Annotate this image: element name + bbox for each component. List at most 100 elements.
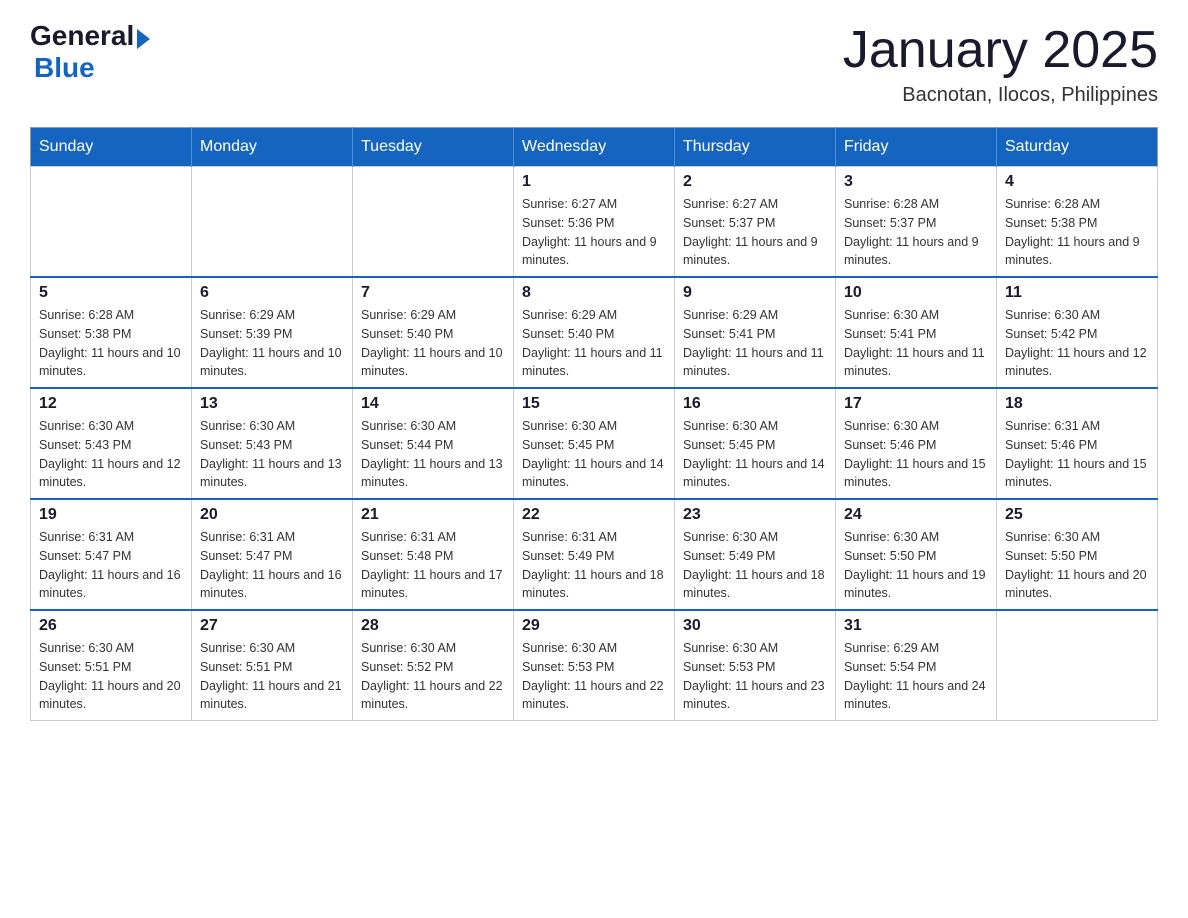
day-number: 31 (844, 617, 988, 635)
calendar-week-row: 19Sunrise: 6:31 AM Sunset: 5:47 PM Dayli… (31, 499, 1158, 610)
day-info: Sunrise: 6:30 AM Sunset: 5:43 PM Dayligh… (200, 417, 344, 492)
calendar-subtitle: Bacnotan, Ilocos, Philippines (843, 84, 1158, 107)
page-header: General Blue January 2025 Bacnotan, Iloc… (30, 20, 1158, 107)
day-number: 13 (200, 395, 344, 413)
calendar-week-row: 12 Sunrise: 6:30 AM Sunset: 5:43 PM Dayli… (31, 388, 1158, 499)
calendar-day-cell: 1Sunrise: 6:27 AM Sunset: 5:36 PM Daylig… (514, 167, 675, 278)
day-number: 27 (200, 617, 344, 635)
day-info: Sunrise: 6:31 AM Sunset: 5:47 PM Dayligh… (200, 528, 344, 603)
calendar-day-cell (997, 610, 1158, 721)
calendar-day-cell: 9 Sunrise: 6:29 AM Sunset: 5:41 PM Daylig… (675, 277, 836, 388)
day-info: Sunrise: 6:30 AM Sunset: 5:53 PM Dayligh… (522, 639, 666, 714)
calendar-day-cell: 6 Sunrise: 6:29 AM Sunset: 5:39 PM Daylig… (192, 277, 353, 388)
day-number: 8 (522, 284, 666, 302)
calendar-day-cell: 2 Sunrise: 6:27 AM Sunset: 5:37 PM Daylig… (675, 167, 836, 278)
calendar-day-cell: 10 Sunrise: 6:30 AM Sunset: 5:41 PM Dayli… (836, 277, 997, 388)
calendar-day-cell: 17Sunrise: 6:30 AM Sunset: 5:46 PM Dayli… (836, 388, 997, 499)
day-info: Sunrise: 6:30 AM Sunset: 5:46 PM Dayligh… (844, 417, 988, 492)
calendar-day-cell: 27Sunrise: 6:30 AM Sunset: 5:51 PM Dayli… (192, 610, 353, 721)
day-number: 28 (361, 617, 505, 635)
calendar-day-cell: 13 Sunrise: 6:30 AM Sunset: 5:43 PM Dayli… (192, 388, 353, 499)
logo-triangle-icon (137, 29, 150, 49)
day-number: 18 (1005, 395, 1149, 413)
column-header-thursday: Thursday (675, 128, 836, 167)
column-header-tuesday: Tuesday (353, 128, 514, 167)
day-info: Sunrise: 6:31 AM Sunset: 5:49 PM Dayligh… (522, 528, 666, 603)
column-header-wednesday: Wednesday (514, 128, 675, 167)
day-number: 22 (522, 506, 666, 524)
day-info: Sunrise: 6:30 AM Sunset: 5:43 PM Dayligh… (39, 417, 183, 492)
calendar-day-cell: 4 Sunrise: 6:28 AM Sunset: 5:38 PM Daylig… (997, 167, 1158, 278)
day-info: Sunrise: 6:30 AM Sunset: 5:44 PM Dayligh… (361, 417, 505, 492)
day-number: 21 (361, 506, 505, 524)
day-info: Sunrise: 6:27 AM Sunset: 5:36 PM Dayligh… (522, 195, 666, 270)
day-info: Sunrise: 6:30 AM Sunset: 5:45 PM Dayligh… (522, 417, 666, 492)
calendar-day-cell: 26 Sunrise: 6:30 AM Sunset: 5:51 PM Dayli… (31, 610, 192, 721)
calendar-day-cell: 12 Sunrise: 6:30 AM Sunset: 5:43 PM Dayli… (31, 388, 192, 499)
calendar-day-cell: 25Sunrise: 6:30 AM Sunset: 5:50 PM Dayli… (997, 499, 1158, 610)
calendar-day-cell: 18 Sunrise: 6:31 AM Sunset: 5:46 PM Dayli… (997, 388, 1158, 499)
day-info: Sunrise: 6:29 AM Sunset: 5:39 PM Dayligh… (200, 306, 344, 381)
calendar-day-cell: 23 Sunrise: 6:30 AM Sunset: 5:49 PM Dayli… (675, 499, 836, 610)
day-info: Sunrise: 6:29 AM Sunset: 5:40 PM Dayligh… (522, 306, 666, 381)
day-info: Sunrise: 6:30 AM Sunset: 5:50 PM Dayligh… (844, 528, 988, 603)
day-number: 29 (522, 617, 666, 635)
day-info: Sunrise: 6:29 AM Sunset: 5:54 PM Dayligh… (844, 639, 988, 714)
day-number: 5 (39, 284, 183, 302)
calendar-day-cell: 3Sunrise: 6:28 AM Sunset: 5:37 PM Daylig… (836, 167, 997, 278)
day-number: 2 (683, 173, 827, 191)
day-number: 10 (844, 284, 988, 302)
calendar-day-cell: 21Sunrise: 6:31 AM Sunset: 5:48 PM Dayli… (353, 499, 514, 610)
day-number: 24 (844, 506, 988, 524)
day-number: 25 (1005, 506, 1149, 524)
day-info: Sunrise: 6:30 AM Sunset: 5:41 PM Dayligh… (844, 306, 988, 381)
calendar-day-cell: 20Sunrise: 6:31 AM Sunset: 5:47 PM Dayli… (192, 499, 353, 610)
calendar-day-cell: 29 Sunrise: 6:30 AM Sunset: 5:53 PM Dayli… (514, 610, 675, 721)
calendar-day-cell: 24 Sunrise: 6:30 AM Sunset: 5:50 PM Dayli… (836, 499, 997, 610)
day-info: Sunrise: 6:30 AM Sunset: 5:49 PM Dayligh… (683, 528, 827, 603)
calendar-day-cell: 14 Sunrise: 6:30 AM Sunset: 5:44 PM Dayli… (353, 388, 514, 499)
logo: General Blue (30, 20, 150, 84)
day-number: 12 (39, 395, 183, 413)
day-number: 26 (39, 617, 183, 635)
column-header-monday: Monday (192, 128, 353, 167)
calendar-day-cell (31, 167, 192, 278)
calendar-week-row: 1Sunrise: 6:27 AM Sunset: 5:36 PM Daylig… (31, 167, 1158, 278)
day-number: 15 (522, 395, 666, 413)
calendar-day-cell: 7 Sunrise: 6:29 AM Sunset: 5:40 PM Daylig… (353, 277, 514, 388)
day-number: 9 (683, 284, 827, 302)
column-header-sunday: Sunday (31, 128, 192, 167)
day-number: 7 (361, 284, 505, 302)
day-info: Sunrise: 6:31 AM Sunset: 5:47 PM Dayligh… (39, 528, 183, 603)
calendar-day-cell: 15 Sunrise: 6:30 AM Sunset: 5:45 PM Dayli… (514, 388, 675, 499)
calendar-day-cell: 30Sunrise: 6:30 AM Sunset: 5:53 PM Dayli… (675, 610, 836, 721)
day-info: Sunrise: 6:29 AM Sunset: 5:41 PM Dayligh… (683, 306, 827, 381)
calendar-day-cell: 28Sunrise: 6:30 AM Sunset: 5:52 PM Dayli… (353, 610, 514, 721)
calendar-day-cell: 22 Sunrise: 6:31 AM Sunset: 5:49 PM Dayli… (514, 499, 675, 610)
calendar-day-cell: 11Sunrise: 6:30 AM Sunset: 5:42 PM Dayli… (997, 277, 1158, 388)
day-info: Sunrise: 6:31 AM Sunset: 5:46 PM Dayligh… (1005, 417, 1149, 492)
day-info: Sunrise: 6:30 AM Sunset: 5:51 PM Dayligh… (39, 639, 183, 714)
logo-general-text: General (30, 20, 134, 52)
calendar-table: SundayMondayTuesdayWednesdayThursdayFrid… (30, 127, 1158, 721)
day-info: Sunrise: 6:29 AM Sunset: 5:40 PM Dayligh… (361, 306, 505, 381)
title-section: January 2025 Bacnotan, Ilocos, Philippin… (843, 20, 1158, 107)
calendar-day-cell: 16 Sunrise: 6:30 AM Sunset: 5:45 PM Dayli… (675, 388, 836, 499)
day-number: 11 (1005, 284, 1149, 302)
day-info: Sunrise: 6:28 AM Sunset: 5:38 PM Dayligh… (1005, 195, 1149, 270)
calendar-week-row: 5Sunrise: 6:28 AM Sunset: 5:38 PM Daylig… (31, 277, 1158, 388)
day-number: 6 (200, 284, 344, 302)
calendar-week-row: 26 Sunrise: 6:30 AM Sunset: 5:51 PM Dayli… (31, 610, 1158, 721)
day-number: 14 (361, 395, 505, 413)
day-number: 3 (844, 173, 988, 191)
calendar-day-cell: 5Sunrise: 6:28 AM Sunset: 5:38 PM Daylig… (31, 277, 192, 388)
day-number: 16 (683, 395, 827, 413)
calendar-day-cell: 31 Sunrise: 6:29 AM Sunset: 5:54 PM Dayli… (836, 610, 997, 721)
column-header-saturday: Saturday (997, 128, 1158, 167)
day-number: 23 (683, 506, 827, 524)
day-number: 4 (1005, 173, 1149, 191)
calendar-day-cell (353, 167, 514, 278)
day-info: Sunrise: 6:27 AM Sunset: 5:37 PM Dayligh… (683, 195, 827, 270)
calendar-day-cell (192, 167, 353, 278)
day-info: Sunrise: 6:30 AM Sunset: 5:45 PM Dayligh… (683, 417, 827, 492)
